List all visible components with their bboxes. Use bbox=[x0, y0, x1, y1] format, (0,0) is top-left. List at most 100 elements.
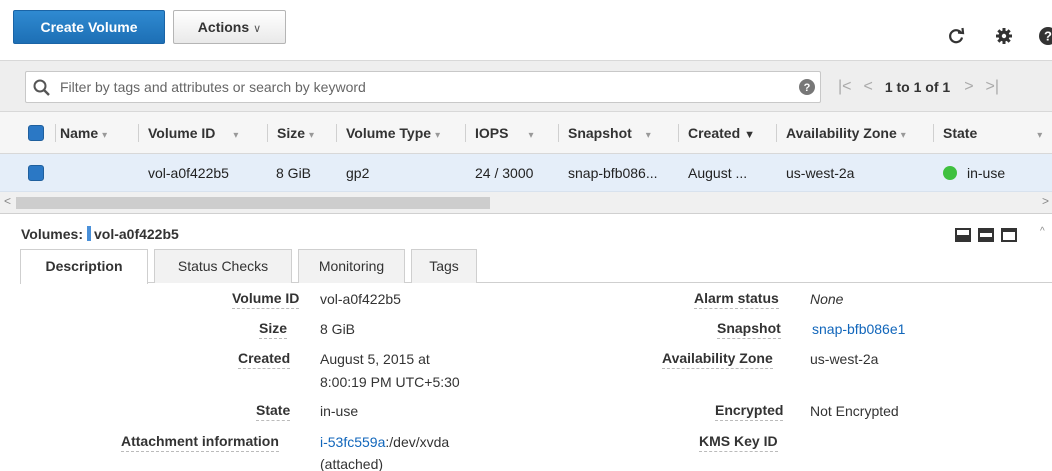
encrypted-value: Not Encrypted bbox=[810, 403, 899, 419]
column-header-volume-type[interactable]: Volume Type ▾ bbox=[336, 112, 441, 154]
sort-caret-icon: ▾ bbox=[435, 130, 441, 141]
tab-description[interactable]: Description bbox=[20, 249, 148, 284]
cell-state: in-use bbox=[943, 154, 1005, 192]
panel-layout-switcher bbox=[955, 228, 1017, 242]
attachment-information-label: Attachment information bbox=[121, 433, 279, 452]
filter-bar: ? |< < 1 to 1 of 1 > >| bbox=[0, 60, 1052, 112]
kms-key-id-label: KMS Key ID bbox=[699, 433, 778, 452]
attachment-device: :/dev/xvda bbox=[385, 434, 450, 450]
first-page-icon[interactable]: |< bbox=[838, 78, 852, 96]
scroll-right-icon[interactable]: > bbox=[1042, 194, 1049, 208]
sort-caret-icon: ▾ bbox=[309, 130, 315, 141]
sort-caret-icon: ▾ bbox=[102, 130, 108, 141]
alarm-status-label: Alarm status bbox=[694, 290, 779, 309]
column-header-label: State bbox=[943, 125, 978, 141]
column-header-label: Snapshot bbox=[568, 125, 632, 141]
tab-tags[interactable]: Tags bbox=[411, 249, 477, 283]
cell-snapshot: snap-bfb086... bbox=[568, 165, 658, 181]
instance-link[interactable]: i-53fc559a bbox=[320, 434, 385, 450]
column-header-label: Volume Type bbox=[346, 125, 432, 141]
availability-zone-value: us-west-2a bbox=[810, 351, 879, 367]
column-header-size[interactable]: Size ▾ bbox=[267, 112, 315, 154]
status-green-dot-icon bbox=[943, 166, 957, 180]
last-page-icon[interactable]: >| bbox=[986, 78, 1000, 96]
column-header-availability-zone[interactable]: Availability Zone ▾ bbox=[776, 112, 906, 154]
attachment-status: (attached) bbox=[320, 456, 384, 471]
column-header-label: IOPS bbox=[475, 125, 509, 141]
encrypted-label: Encrypted bbox=[715, 402, 784, 421]
sort-caret-icon: ▾ bbox=[1037, 130, 1043, 141]
column-header-volume-id[interactable]: Volume ID ▾ bbox=[138, 112, 239, 154]
cell-availability-zone: us-west-2a bbox=[786, 165, 855, 181]
page-count: 1 to 1 of 1 bbox=[884, 79, 951, 95]
prev-page-icon[interactable]: < bbox=[864, 78, 873, 96]
created-label: Created bbox=[238, 350, 291, 369]
cell-created: August ... bbox=[688, 165, 748, 181]
sort-caret-icon: ▾ bbox=[900, 130, 906, 141]
column-header-label: Size bbox=[277, 125, 306, 141]
column-header-label: Created bbox=[688, 125, 741, 141]
svg-text:?: ? bbox=[804, 82, 811, 94]
title-marker bbox=[86, 226, 91, 241]
row-checkbox[interactable] bbox=[28, 165, 44, 181]
refresh-icon[interactable] bbox=[944, 24, 968, 48]
size-value: 8 GiB bbox=[320, 321, 356, 337]
column-header-snapshot[interactable]: Snapshot ▾ bbox=[558, 112, 651, 154]
volume-id-value: vol-a0f422b5 bbox=[320, 291, 401, 307]
detail-title: Volumes: vol-a0f422b5 bbox=[21, 226, 179, 242]
horizontal-scrollbar[interactable]: < > bbox=[0, 192, 1052, 214]
attachment-value: i-53fc559a:/dev/xvda bbox=[320, 431, 449, 453]
layout-bottom-icon[interactable] bbox=[955, 228, 971, 242]
snapshot-link[interactable]: snap-bfb086e1 bbox=[812, 318, 905, 340]
availability-zone-label: Availability Zone bbox=[662, 350, 773, 369]
scroll-up-icon[interactable]: ^ bbox=[1040, 226, 1045, 237]
scroll-left-icon[interactable]: < bbox=[4, 194, 11, 208]
actions-button-label: Actions bbox=[197, 19, 250, 35]
created-value-line2: 8:00:19 PM UTC+5:30 bbox=[320, 374, 460, 390]
column-header-state[interactable]: State ▾ bbox=[933, 112, 1043, 154]
tab-status-checks[interactable]: Status Checks bbox=[154, 249, 292, 283]
column-header-created[interactable]: Created ▼ bbox=[678, 112, 756, 154]
search-input[interactable] bbox=[60, 72, 790, 102]
sort-caret-icon: ▾ bbox=[645, 130, 651, 141]
help-icon[interactable]: ? bbox=[1036, 24, 1052, 48]
tab-monitoring[interactable]: Monitoring bbox=[298, 249, 405, 283]
size-label: Size bbox=[259, 320, 288, 339]
column-header-iops[interactable]: IOPS ▾ bbox=[465, 112, 534, 154]
table-header: Name ▾ Volume ID ▾ Size ▾ Volume Type ▾ IOPS… bbox=[0, 112, 1052, 154]
snapshot-label: Snapshot bbox=[717, 320, 781, 339]
state-label: State bbox=[256, 402, 291, 421]
sort-caret-icon: ▾ bbox=[233, 130, 239, 141]
table-row[interactable]: vol-a0f422b5 8 GiB gp2 24 / 3000 snap-bf… bbox=[0, 154, 1052, 192]
column-header-name[interactable]: Name ▾ bbox=[55, 112, 108, 154]
next-page-icon[interactable]: > bbox=[964, 78, 973, 96]
state-label: in-use bbox=[967, 165, 1006, 181]
detail-tabs: Description Status Checks Monitoring Tag… bbox=[20, 247, 1052, 284]
gear-icon[interactable] bbox=[992, 24, 1016, 48]
detail-panel-header: Volumes: vol-a0f422b5 bbox=[0, 218, 1052, 246]
chevron-down-icon: ∨ bbox=[253, 23, 262, 35]
filter-help-icon[interactable]: ? bbox=[798, 78, 816, 99]
column-header-label: Availability Zone bbox=[786, 125, 897, 141]
scrollbar-thumb[interactable] bbox=[16, 197, 490, 209]
create-volume-button[interactable]: Create Volume bbox=[13, 10, 165, 44]
top-toolbar: Create Volume Actions ∨ ? bbox=[0, 0, 1052, 60]
state-value: in-use bbox=[320, 403, 359, 419]
column-header-label: Volume ID bbox=[148, 125, 216, 141]
layout-split-icon[interactable] bbox=[978, 228, 994, 242]
pagination: |< < 1 to 1 of 1 > >| bbox=[838, 73, 1011, 101]
layout-top-icon[interactable] bbox=[1001, 228, 1017, 242]
actions-dropdown-button[interactable]: Actions ∨ bbox=[173, 10, 286, 44]
cell-volume-type: gp2 bbox=[346, 165, 370, 181]
select-all-checkbox[interactable] bbox=[28, 125, 44, 141]
svg-text:?: ? bbox=[1044, 29, 1052, 44]
volume-id-label: Volume ID bbox=[232, 290, 300, 309]
sort-caret-icon: ▾ bbox=[528, 130, 534, 141]
search-box[interactable]: ? bbox=[25, 71, 821, 103]
detail-title-id: vol-a0f422b5 bbox=[93, 226, 179, 242]
cell-volume-id: vol-a0f422b5 bbox=[148, 165, 229, 181]
alarm-status-value: None bbox=[810, 291, 844, 307]
search-icon bbox=[32, 78, 52, 101]
cell-size: 8 GiB bbox=[276, 165, 312, 181]
sort-descending-icon: ▼ bbox=[744, 129, 756, 141]
